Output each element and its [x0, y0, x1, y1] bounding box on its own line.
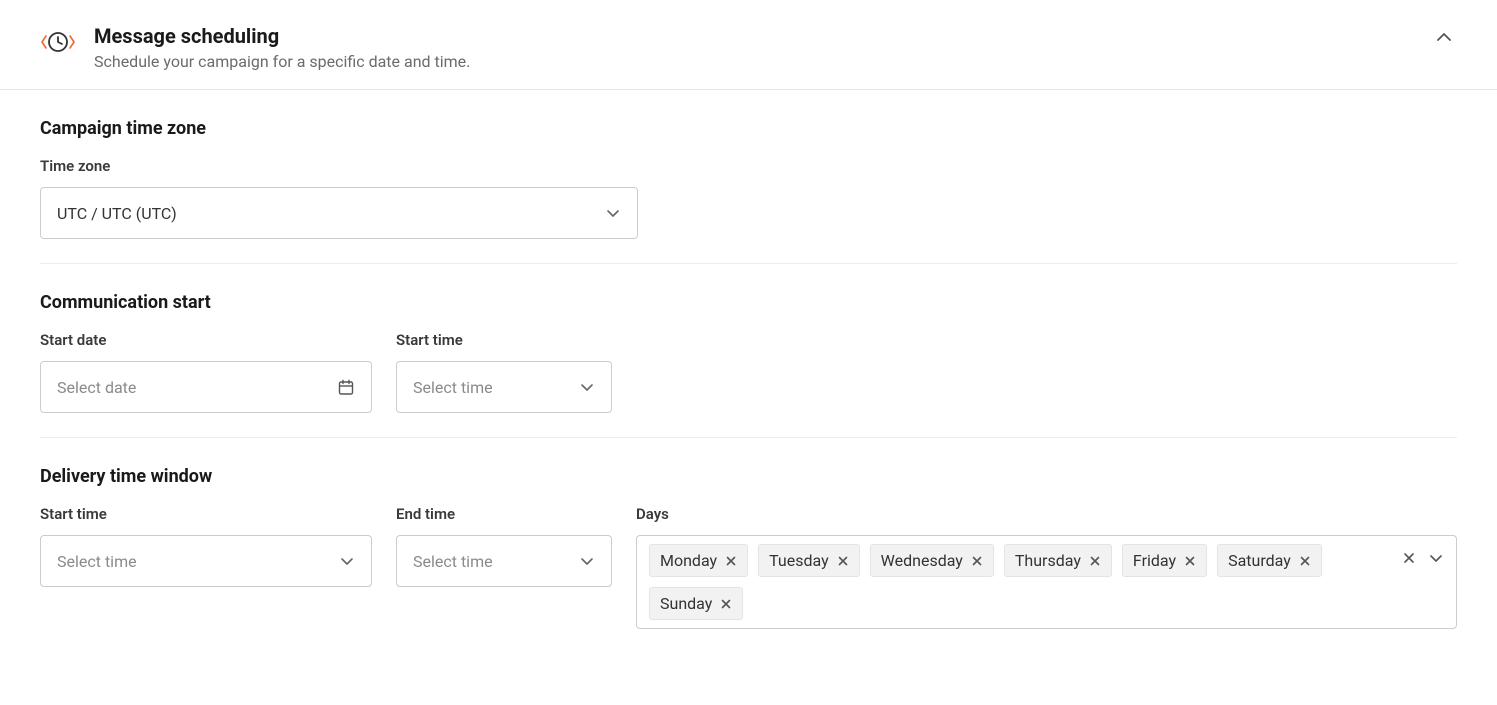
day-tag: Friday — [1122, 544, 1207, 577]
clear-all-icon[interactable] — [1402, 551, 1416, 565]
chevron-down-icon — [605, 205, 621, 221]
section-title-delivery-window: Delivery time window — [40, 466, 1457, 487]
day-tag: Thursday — [1004, 544, 1112, 577]
message-scheduling-panel: Message scheduling Schedule your campaig… — [0, 0, 1497, 669]
window-start-time-select[interactable]: Select time — [40, 535, 372, 587]
remove-tag-icon[interactable] — [725, 555, 737, 567]
field-days: Days Monday Tuesday Wednesday Thursday Frida… — [636, 505, 1457, 629]
chevron-down-icon — [339, 553, 355, 569]
multiselect-controls — [1402, 550, 1444, 566]
section-communication-start: Communication start Start date Select da… — [40, 264, 1457, 438]
field-window-start-time: Start time Select time — [40, 505, 372, 587]
label-window-end-time: End time — [396, 505, 612, 523]
panel-title: Message scheduling — [94, 24, 470, 48]
remove-tag-icon[interactable] — [1089, 555, 1101, 567]
field-start-date: Start date Select date — [40, 331, 372, 413]
day-tag: Saturday — [1217, 544, 1322, 577]
timezone-value: UTC / UTC (UTC) — [57, 204, 177, 223]
day-tag: Monday — [649, 544, 748, 577]
label-comm-start-time: Start time — [396, 331, 612, 349]
section-title-communication-start: Communication start — [40, 292, 1457, 313]
start-date-placeholder: Select date — [57, 378, 136, 397]
section-title-timezone: Campaign time zone — [40, 118, 1457, 139]
collapse-toggle[interactable] — [1431, 24, 1457, 50]
chevron-up-icon — [1435, 28, 1453, 46]
label-start-date: Start date — [40, 331, 372, 349]
day-tag-label: Thursday — [1015, 551, 1081, 570]
day-tag-label: Saturday — [1228, 551, 1291, 570]
field-start-time: Start time Select time — [396, 331, 612, 413]
day-tag-label: Sunday — [660, 594, 712, 613]
timezone-select[interactable]: UTC / UTC (UTC) — [40, 187, 638, 239]
day-tag-label: Monday — [660, 551, 717, 570]
remove-tag-icon[interactable] — [1299, 555, 1311, 567]
day-tag: Tuesday — [758, 544, 860, 577]
remove-tag-icon[interactable] — [720, 598, 732, 610]
day-tag-label: Friday — [1133, 551, 1176, 570]
field-window-end-time: End time Select time — [396, 505, 612, 587]
window-start-time-placeholder: Select time — [57, 552, 137, 571]
label-timezone: Time zone — [40, 157, 1457, 175]
panel-subtitle: Schedule your campaign for a specific da… — [94, 52, 470, 71]
panel-header-text: Message scheduling Schedule your campaig… — [94, 24, 470, 71]
calendar-icon — [337, 378, 355, 396]
remove-tag-icon[interactable] — [837, 555, 849, 567]
panel-header: Message scheduling Schedule your campaig… — [0, 0, 1497, 89]
section-delivery-window: Delivery time window Start time Select t… — [40, 438, 1457, 629]
label-days: Days — [636, 505, 1457, 523]
chevron-down-icon — [579, 379, 595, 395]
remove-tag-icon[interactable] — [1184, 555, 1196, 567]
comm-start-time-select[interactable]: Select time — [396, 361, 612, 413]
section-timezone: Campaign time zone Time zone UTC / UTC (… — [40, 90, 1457, 264]
chevron-down-icon[interactable] — [1428, 550, 1444, 566]
day-tag-label: Tuesday — [769, 551, 829, 570]
day-tag: Wednesday — [870, 544, 994, 577]
remove-tag-icon[interactable] — [971, 555, 983, 567]
chevron-down-icon — [579, 553, 595, 569]
window-end-time-placeholder: Select time — [413, 552, 493, 571]
day-tag-label: Wednesday — [881, 551, 963, 570]
window-end-time-select[interactable]: Select time — [396, 535, 612, 587]
day-tag: Sunday — [649, 587, 743, 620]
start-date-input[interactable]: Select date — [40, 361, 372, 413]
field-timezone: Time zone UTC / UTC (UTC) — [40, 157, 1457, 239]
panel-body: Campaign time zone Time zone UTC / UTC (… — [0, 89, 1497, 669]
comm-start-time-placeholder: Select time — [413, 378, 493, 397]
clock-code-icon — [40, 28, 76, 56]
label-window-start-time: Start time — [40, 505, 372, 523]
days-multiselect[interactable]: Monday Tuesday Wednesday Thursday Friday Satu… — [636, 535, 1457, 629]
